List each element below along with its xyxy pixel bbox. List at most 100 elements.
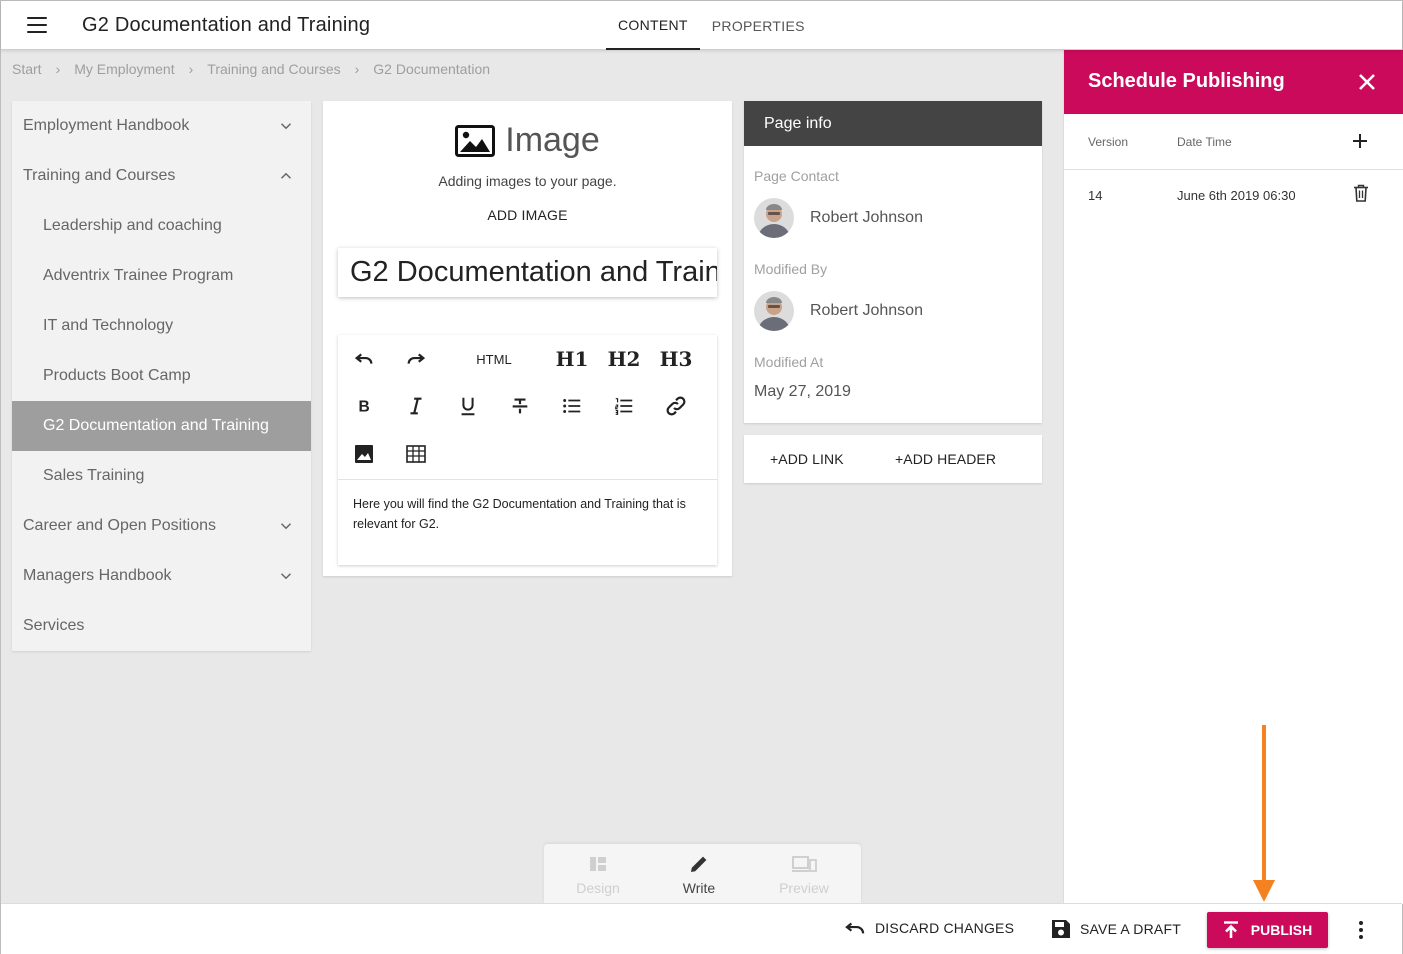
- view-tabs: CONTENT PROPERTIES: [606, 1, 817, 50]
- html-button[interactable]: HTML: [472, 344, 516, 374]
- more-options-icon[interactable]: [1353, 920, 1369, 940]
- content-editor-card: Image Adding images to your page. ADD IM…: [323, 101, 732, 576]
- sidebar-item-adventrix-trainee-program[interactable]: Adventrix Trainee Program: [12, 251, 311, 301]
- sidebar-item-label: Leadership and coaching: [43, 217, 222, 234]
- breadcrumb-current-page: G2 Documentation: [373, 61, 491, 77]
- h2-button[interactable]: H2: [607, 344, 641, 374]
- close-icon[interactable]: [1357, 72, 1377, 92]
- publish-label: PUBLISH: [1250, 922, 1313, 938]
- svg-text:B: B: [359, 399, 370, 416]
- pencil-icon: [691, 856, 707, 872]
- sidebar-item-career-and-open-positions[interactable]: Career and Open Positions: [12, 501, 311, 551]
- underline-icon[interactable]: [453, 391, 483, 421]
- h3-button[interactable]: H3: [659, 344, 693, 374]
- schedule-table-header: Version Date Time: [1064, 114, 1403, 170]
- body-text-area[interactable]: Here you will find the G2 Documentation …: [353, 494, 708, 534]
- mode-preview[interactable]: Preview: [754, 852, 854, 896]
- bold-icon[interactable]: B: [349, 391, 379, 421]
- link-icon[interactable]: [661, 391, 691, 421]
- add-header-button[interactable]: +ADD HEADER: [895, 451, 996, 467]
- modified-by-name: Robert Johnson: [810, 302, 923, 319]
- mode-preview-label: Preview: [779, 880, 829, 896]
- discard-changes-button[interactable]: DISCARD CHANGES: [844, 919, 1014, 937]
- links-card: +ADD LINK +ADD HEADER: [744, 435, 1042, 483]
- sidebar-item-employment-handbook[interactable]: Employment Handbook: [12, 101, 311, 151]
- modified-at-value: May 27, 2019: [754, 383, 851, 400]
- toolbar-divider: [338, 479, 717, 480]
- add-image-button[interactable]: ADD IMAGE: [323, 207, 732, 223]
- mode-design-label: Design: [576, 880, 620, 896]
- undo-icon[interactable]: [349, 344, 379, 374]
- schedule-publishing-header: Schedule Publishing: [1064, 50, 1403, 114]
- bulleted-list-icon[interactable]: [557, 391, 587, 421]
- breadcrumb-separator-icon: ›: [55, 61, 61, 77]
- publish-button[interactable]: PUBLISH: [1207, 912, 1328, 948]
- modified-by-label: Modified By: [754, 261, 828, 277]
- column-version: Version: [1088, 135, 1129, 149]
- breadcrumb: Start › My Employment › Training and Cou…: [12, 61, 490, 77]
- sidebar-item-managers-handbook[interactable]: Managers Handbook: [12, 551, 311, 601]
- schedule-row: 14 June 6th 2019 06:30: [1064, 170, 1403, 220]
- insert-image-icon[interactable]: [349, 439, 379, 469]
- add-link-button[interactable]: +ADD LINK: [770, 451, 844, 467]
- add-schedule-icon[interactable]: [1351, 132, 1369, 150]
- breadcrumb-training-and-courses[interactable]: Training and Courses: [207, 61, 340, 77]
- sidebar-item-sales-training[interactable]: Sales Training: [12, 451, 311, 501]
- save-draft-label: SAVE A DRAFT: [1080, 921, 1181, 937]
- page-contact[interactable]: Robert Johnson: [754, 198, 923, 238]
- app-title: G2 Documentation and Training: [82, 14, 371, 36]
- column-date-time: Date Time: [1177, 135, 1232, 149]
- modified-by: Robert Johnson: [754, 291, 923, 331]
- save-icon: [1052, 920, 1070, 938]
- redo-icon[interactable]: [401, 344, 431, 374]
- save-draft-button[interactable]: SAVE A DRAFT: [1051, 919, 1181, 939]
- editor-mode-switcher: Design Write Preview: [544, 844, 861, 904]
- avatar: [754, 198, 794, 238]
- menu-icon[interactable]: [27, 17, 47, 33]
- chevron-down-icon[interactable]: [277, 567, 295, 585]
- breadcrumb-start[interactable]: Start: [12, 61, 42, 77]
- schedule-publishing-title: Schedule Publishing: [1088, 70, 1285, 92]
- image-block-subtitle: Adding images to your page.: [438, 173, 617, 189]
- italic-icon[interactable]: [401, 391, 431, 421]
- breadcrumb-separator-icon: ›: [354, 61, 360, 77]
- breadcrumb-my-employment[interactable]: My Employment: [74, 61, 174, 77]
- tab-content[interactable]: CONTENT: [606, 1, 700, 50]
- mode-write-label: Write: [682, 880, 716, 896]
- top-app-bar: G2 Documentation and Training CONTENT PR…: [1, 1, 1402, 50]
- sidebar-item-label: G2 Documentation and Training: [43, 417, 269, 434]
- image-block-title: Image: [505, 121, 600, 159]
- insert-table-icon[interactable]: [401, 439, 431, 469]
- numbered-list-icon[interactable]: [609, 391, 639, 421]
- schedule-version: 14: [1088, 188, 1103, 203]
- h1-button[interactable]: H1: [555, 344, 589, 374]
- sidebar-item-it-and-technology[interactable]: IT and Technology: [12, 301, 311, 351]
- publish-icon: [1223, 921, 1238, 938]
- sidebar-item-services[interactable]: Services: [12, 601, 311, 651]
- chevron-down-icon[interactable]: [277, 517, 295, 535]
- dashboard-icon: [590, 857, 606, 871]
- add-link-label: ADD LINK: [778, 451, 844, 467]
- sidebar-item-label: Managers Handbook: [23, 567, 172, 584]
- sidebar-item-label: Sales Training: [43, 467, 145, 484]
- sidebar-item-training-and-courses[interactable]: Training and Courses: [12, 151, 311, 201]
- mode-write[interactable]: Write: [649, 852, 749, 896]
- add-header-label: ADD HEADER: [903, 451, 997, 467]
- image-icon: [455, 124, 496, 157]
- mode-design[interactable]: Design: [548, 852, 648, 896]
- chevron-down-icon[interactable]: [277, 117, 295, 135]
- strikethrough-icon[interactable]: [505, 391, 535, 421]
- sidebar-item-g2-documentation-and-training[interactable]: G2 Documentation and Training: [12, 401, 311, 451]
- sidebar-item-label: Adventrix Trainee Program: [43, 267, 234, 284]
- sidebar-item-label: IT and Technology: [43, 317, 174, 334]
- page-info-header: Page info: [744, 101, 1042, 146]
- sidebar-item-products-boot-camp[interactable]: Products Boot Camp: [12, 351, 311, 401]
- rich-text-editor: HTML H1 H2 H3 B Here you will find the G…: [338, 335, 717, 565]
- page-title-input[interactable]: G2 Documentation and Training: [338, 248, 717, 297]
- tab-properties[interactable]: PROPERTIES: [700, 1, 817, 50]
- trash-icon[interactable]: [1353, 184, 1369, 202]
- sidebar-item-label: Training and Courses: [23, 167, 176, 184]
- chevron-up-icon[interactable]: [277, 167, 295, 185]
- sidebar-item-label: Services: [23, 617, 85, 634]
- sidebar-item-leadership-and-coaching[interactable]: Leadership and coaching: [12, 201, 311, 251]
